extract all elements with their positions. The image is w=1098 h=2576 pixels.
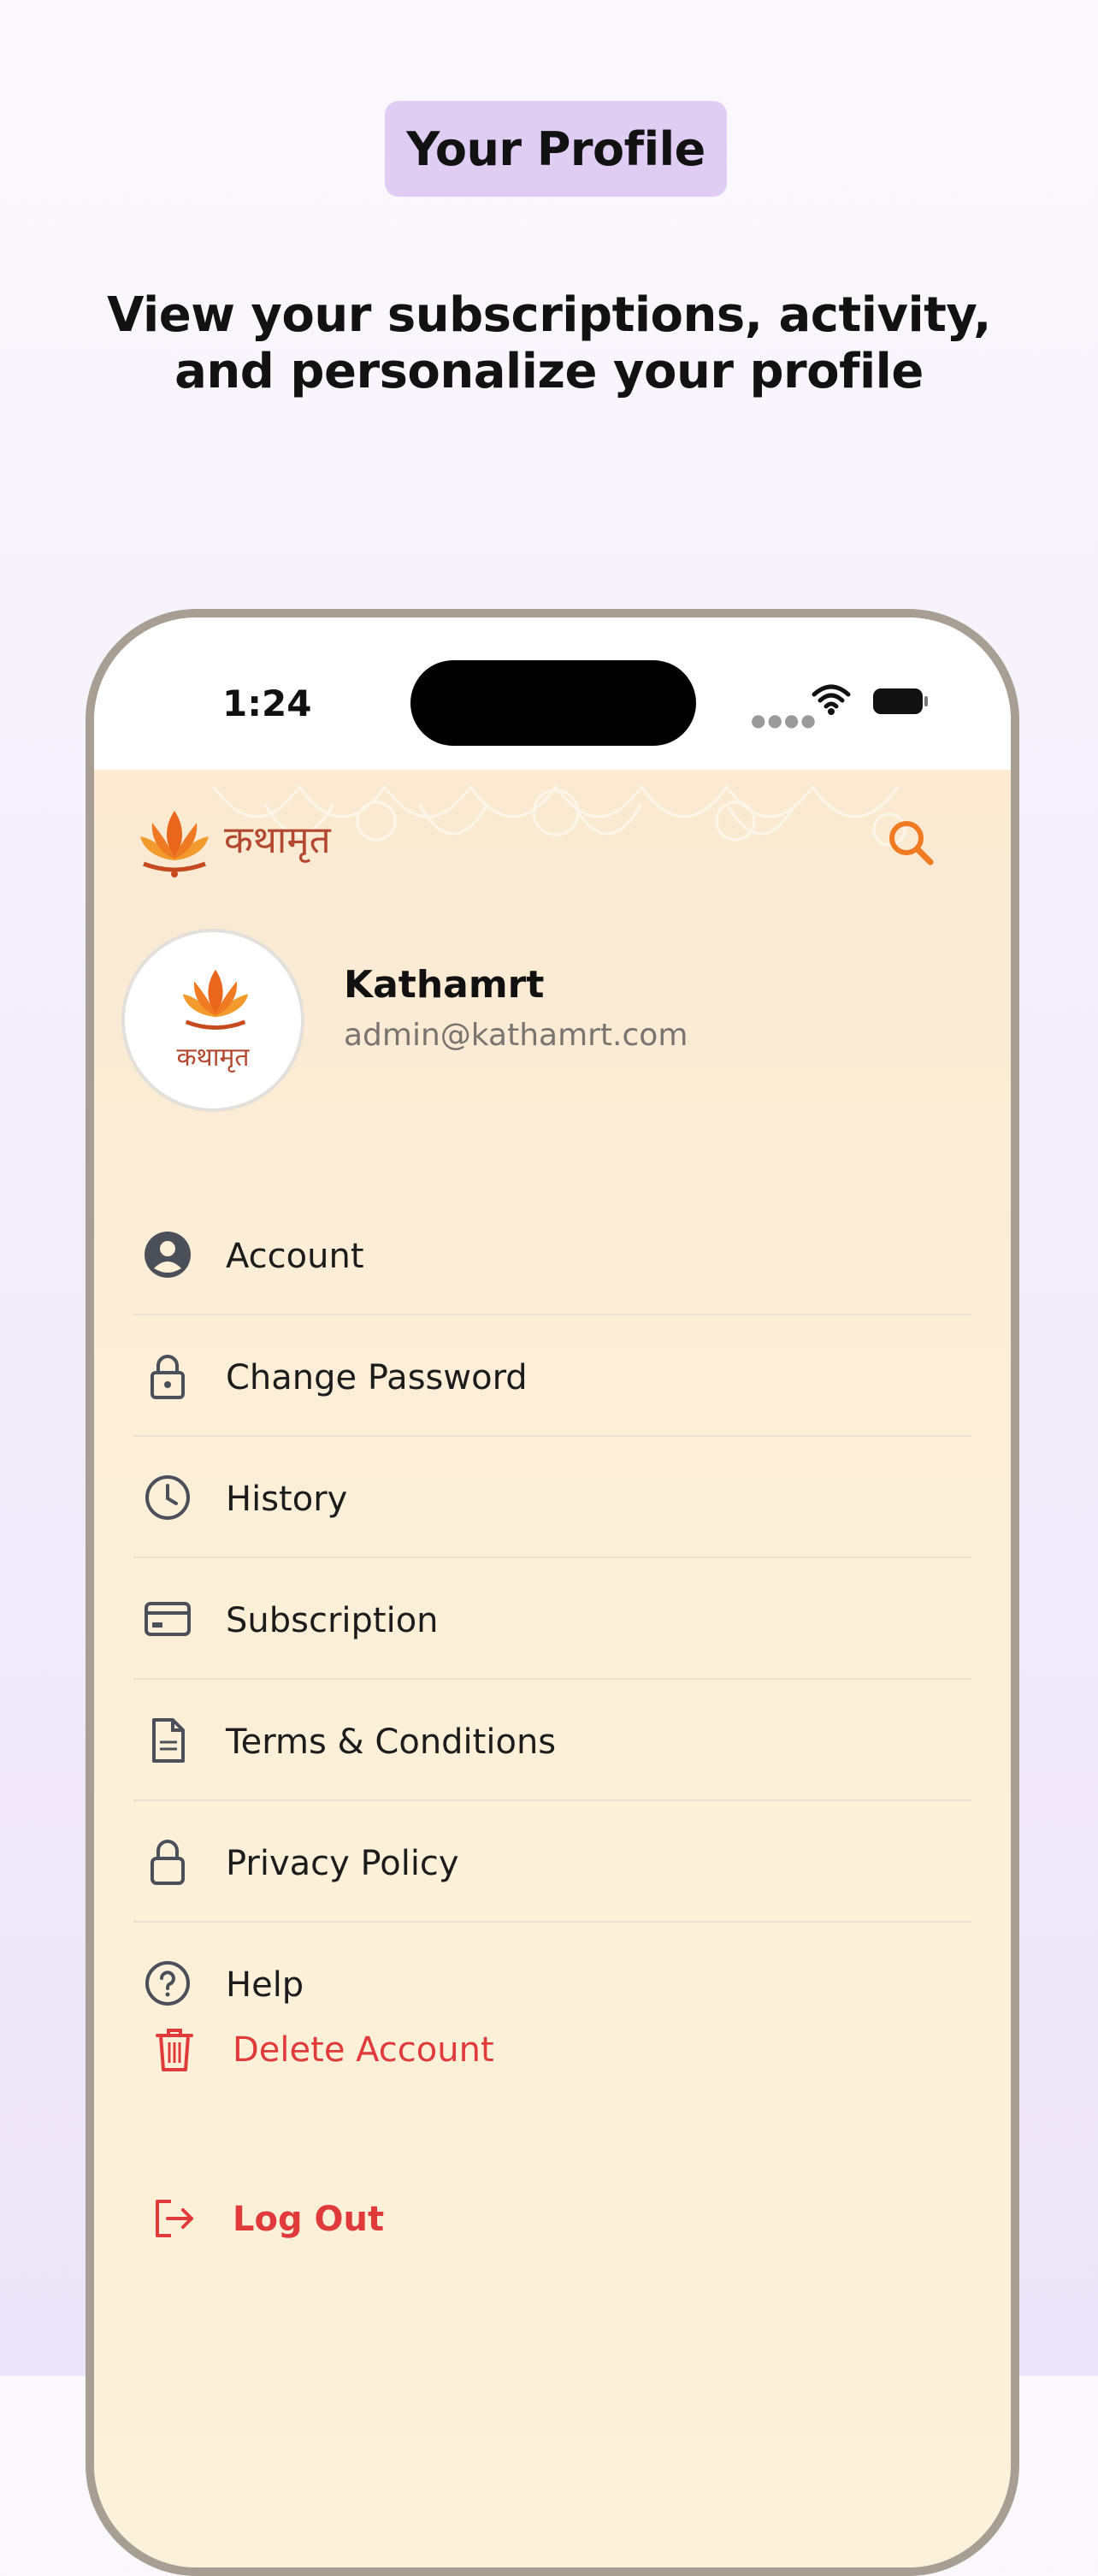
clock-icon — [145, 1475, 190, 1520]
lotus-logo-icon — [140, 811, 209, 877]
delete-account-button[interactable]: Delete Account — [133, 2000, 971, 2102]
lock-icon — [151, 1355, 185, 1399]
promo-badge: Your Profile — [385, 101, 727, 197]
menu-item-label: History — [226, 1480, 348, 1519]
menu-item-terms[interactable]: Terms & Conditions — [133, 1680, 971, 1801]
promo-subtitle-line-1: View your subscriptions, activity, — [107, 287, 991, 343]
promo-subtitle: View your subscriptions, activity, and p… — [68, 287, 1030, 400]
log-out-label: Log Out — [233, 2200, 385, 2239]
lotus-avatar-icon — [182, 969, 249, 1030]
search-icon[interactable] — [881, 812, 941, 872]
app-name: कथामृत — [224, 818, 331, 862]
avatar-caption: कथामृत — [176, 1043, 250, 1072]
menu-item-label: Terms & Conditions — [226, 1722, 557, 1762]
menu-item-change-password[interactable]: Change Password — [133, 1315, 971, 1437]
padlock-icon — [151, 1840, 185, 1885]
dynamic-island — [410, 660, 696, 746]
menu-item-label: Account — [226, 1237, 364, 1276]
app-screen: कथामृत कथामृत Kathamrt admin@kathamrt.co… — [94, 770, 1011, 2567]
promo-subtitle-line-2: and personalize your profile — [174, 344, 924, 399]
profile-email: admin@kathamrt.com — [344, 1018, 688, 1053]
menu-item-privacy-policy[interactable]: Privacy Policy — [133, 1801, 971, 1923]
cellular-signal-icon: ●●●● — [751, 710, 818, 730]
menu-item-label: Subscription — [226, 1601, 439, 1640]
menu-item-label: Privacy Policy — [226, 1844, 459, 1883]
menu-item-account[interactable]: Account — [133, 1194, 971, 1315]
status-time: 1:24 — [222, 682, 312, 724]
log-out-icon — [156, 2200, 193, 2237]
phone-frame: 1:24 ●●●● कथामृत कथामृत Kathamrt admin@k… — [86, 609, 1019, 2576]
battery-icon — [873, 688, 928, 714]
trash-icon — [156, 2029, 193, 2071]
menu-item-history[interactable]: History — [133, 1437, 971, 1558]
account-circle-icon — [145, 1232, 191, 1278]
profile-menu: Account Change Password History Subscrip… — [133, 1194, 971, 2044]
status-bar: 1:24 ●●●● — [94, 617, 1011, 770]
menu-item-label: Change Password — [226, 1358, 528, 1397]
profile-name: Kathamrt — [344, 963, 545, 1007]
avatar[interactable]: कथामृत — [121, 929, 304, 1112]
document-icon — [152, 1718, 185, 1763]
wifi-icon — [812, 684, 851, 715]
credit-card-icon — [145, 1602, 191, 1636]
log-out-button[interactable]: Log Out — [133, 2169, 971, 2272]
menu-item-subscription[interactable]: Subscription — [133, 1558, 971, 1680]
delete-account-label: Delete Account — [233, 2030, 494, 2070]
